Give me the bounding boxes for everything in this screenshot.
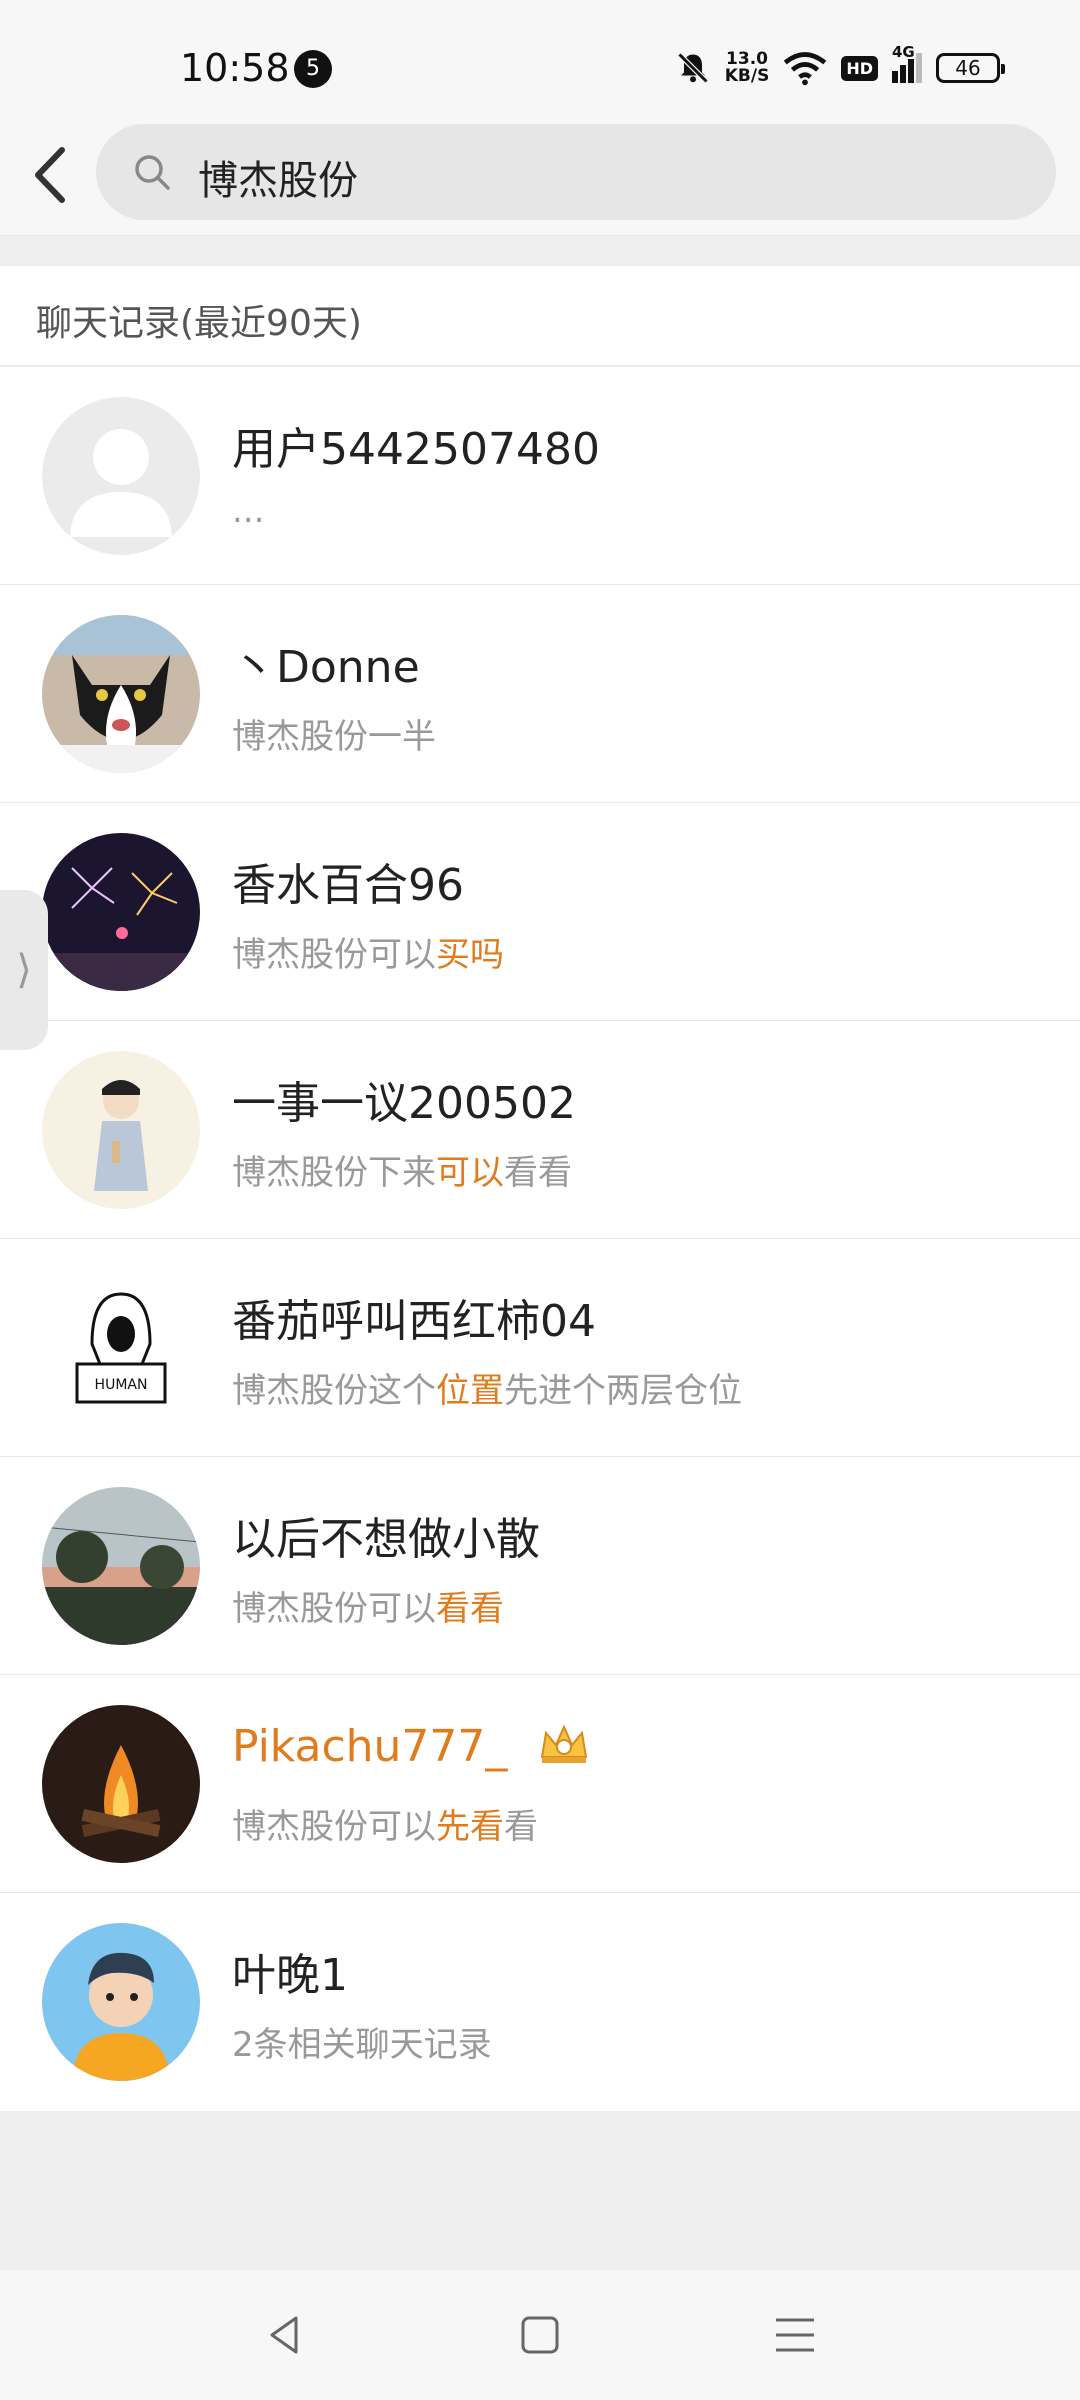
bonfire-avatar[interactable] [42, 1705, 200, 1863]
nav-menu-button[interactable] [768, 2308, 822, 2362]
snippet-text: 博杰股份可以 [232, 1807, 436, 1847]
message-snippet: 博杰股份这个位置先进个两层仓位 [232, 1363, 742, 1412]
boy-avatar[interactable] [42, 1923, 200, 2081]
conversation-row[interactable]: 以后不想做小散 博杰股份可以看看 [0, 1457, 1080, 1675]
hd-badge: HD [841, 55, 878, 81]
conversation-row[interactable]: Pikachu777_ 博杰股份可以先看看 [0, 1675, 1080, 1893]
contact-name: 用户5442507480 [232, 424, 600, 475]
landscape-avatar[interactable] [42, 1487, 200, 1645]
contact-name: 香水百合96 [232, 860, 464, 911]
message-snippet: 博杰股份可以先看看 [232, 1799, 538, 1848]
search-query: 博杰股份 [198, 158, 358, 204]
snippet-text: 看看 [504, 1153, 572, 1193]
status-bar: 10:58 5 13.0 KB/S HD 4G 46 [0, 0, 1080, 118]
message-snippet: 博杰股份一半 [232, 709, 436, 758]
conversation-row[interactable]: HUMAN 番茄呼叫西红柿04 博杰股份这个位置先进个两层仓位 [0, 1239, 1080, 1457]
contact-name: 丶Donne [232, 642, 420, 693]
default-avatar[interactable] [42, 397, 200, 555]
human-sketch-avatar[interactable]: HUMAN [42, 1269, 200, 1427]
status-time: 10:58 [180, 46, 290, 90]
snippet-text: ... [232, 491, 265, 531]
contact-name: 番茄呼叫西红柿04 [232, 1296, 596, 1347]
contact-name: 以后不想做小散 [232, 1514, 540, 1565]
nav-home-icon [521, 2316, 559, 2354]
fireworks-avatar[interactable] [42, 833, 200, 991]
conversation-list: 用户5442507480... 丶Donne 博杰股份一半 香水百合96 博杰股份可以买… [0, 367, 1080, 2111]
keyword-highlight: 先看 [436, 1807, 504, 1847]
mute-bell-icon [677, 52, 709, 84]
cartoon-avatar[interactable] [42, 1051, 200, 1209]
vip-crown-icon [536, 1721, 592, 1767]
contact-name: 叶晚1 [232, 1950, 348, 2001]
status-icons: 13.0 KB/S HD 4G 46 [675, 43, 1005, 92]
cat-avatar[interactable] [42, 615, 200, 773]
back-arrow-icon [35, 147, 65, 203]
snippet-text: 看 [504, 1807, 538, 1847]
keyword-highlight: 可以 [436, 1153, 504, 1193]
conversation-row[interactable]: 一事一议200502 博杰股份下来可以看看 [0, 1021, 1080, 1239]
conversation-row[interactable]: 用户5442507480... [0, 367, 1080, 585]
snippet-text: 博杰股份一半 [232, 717, 436, 757]
message-snippet: 2条相关聊天记录 [232, 2017, 492, 2066]
conversation-row[interactable]: 香水百合96 博杰股份可以买吗 [0, 803, 1080, 1021]
network-speed: 13.0 KB/S [725, 51, 770, 85]
signal-icon: 4G [892, 43, 922, 83]
nav-back-button[interactable] [258, 2308, 312, 2362]
keyword-highlight: 买吗 [436, 935, 504, 975]
search-input[interactable]: 博杰股份 [96, 124, 1056, 220]
wifi-icon [784, 52, 827, 86]
conversation-row[interactable]: 丶Donne 博杰股份一半 [0, 585, 1080, 803]
snippet-text: 先进个两层仓位 [504, 1371, 742, 1411]
search-icon [135, 155, 170, 190]
contact-name: 一事一议200502 [232, 1078, 576, 1129]
battery-indicator: 46 [936, 53, 1005, 83]
search-header: 博杰股份 [0, 118, 1080, 236]
side-drawer-tab[interactable]: ⟩ [0, 890, 48, 1050]
nav-home-button[interactable] [513, 2308, 567, 2362]
message-snippet: 博杰股份可以看看 [232, 1581, 504, 1630]
signal-label: 4G [892, 43, 915, 61]
net-speed-unit: KB/S [724, 66, 770, 86]
nav-menu-icon [776, 2318, 814, 2352]
svg-text:HUMAN: HUMAN [95, 1377, 148, 1393]
back-button[interactable] [20, 140, 90, 210]
conversation-row[interactable]: 叶晚1 2条相关聊天记录 [0, 1893, 1080, 2111]
snippet-text: 博杰股份这个 [232, 1371, 436, 1411]
keyword-highlight: 看看 [436, 1589, 504, 1629]
snippet-text: 2条相关聊天记录 [232, 2025, 492, 2065]
system-nav-bar [0, 2270, 1080, 2400]
message-snippet: 博杰股份可以买吗 [232, 927, 504, 976]
chevron-right-icon: ⟩ [16, 947, 32, 993]
section-title: 聊天记录(最近90天) [36, 303, 362, 344]
message-snippet: 博杰股份下来可以看看 [232, 1145, 572, 1194]
notification-count-badge: 5 [294, 50, 332, 88]
snippet-text: 博杰股份可以 [232, 935, 436, 975]
contact-name: Pikachu777_ [232, 1721, 508, 1772]
keyword-highlight: 位置 [436, 1371, 504, 1411]
message-snippet: ... [232, 491, 264, 531]
nav-back-icon [270, 2316, 298, 2354]
chat-history-section-header: 聊天记录(最近90天) [0, 266, 1080, 366]
snippet-text: 博杰股份下来 [232, 1153, 436, 1193]
snippet-text: 博杰股份可以 [232, 1589, 436, 1629]
